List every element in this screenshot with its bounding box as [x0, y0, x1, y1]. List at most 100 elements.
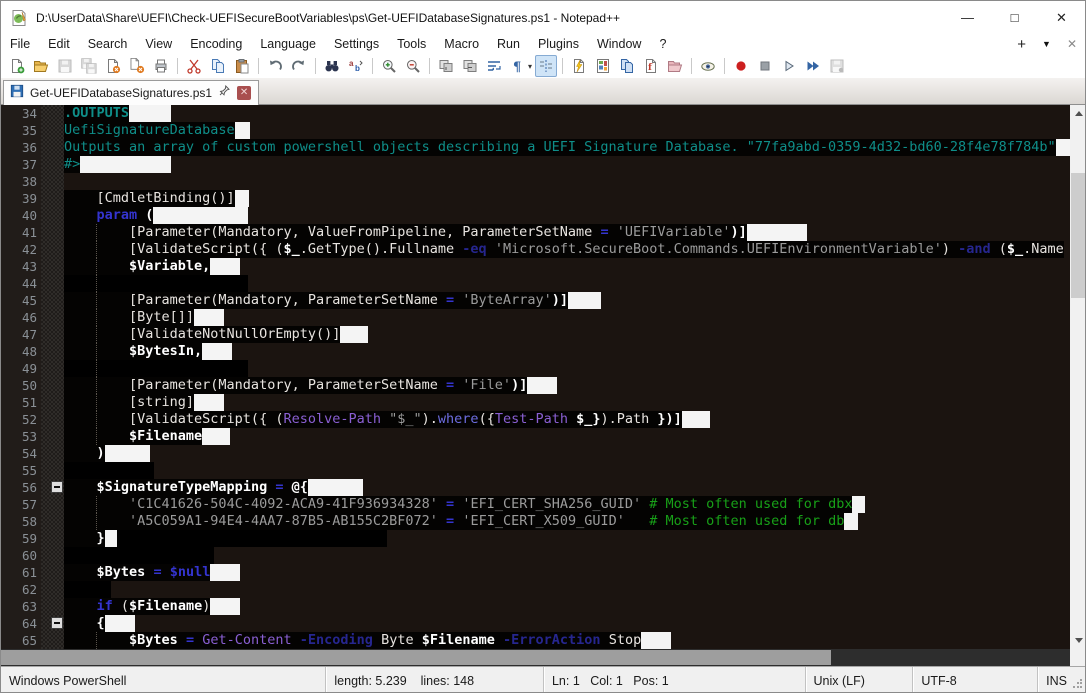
indent-guide-line: [96, 411, 97, 428]
close-tab-icon[interactable]: ✕: [237, 86, 251, 100]
line-number: 47: [1, 326, 37, 343]
macro-save-icon[interactable]: [826, 55, 848, 77]
code-line-37: #>: [64, 156, 1070, 173]
paste-icon[interactable]: [231, 55, 253, 77]
macro-record-icon[interactable]: [730, 55, 752, 77]
menu-run[interactable]: Run: [488, 35, 529, 53]
line-number: 36: [1, 139, 37, 156]
new-tab-plus-icon[interactable]: +: [1017, 36, 1026, 53]
redo-icon[interactable]: [288, 55, 310, 77]
tab-get-uefidatabasesignatures[interactable]: Get-UEFIDatabaseSignatures.ps1 ✕: [3, 80, 259, 105]
indent-guide-line: [96, 224, 97, 241]
code-area[interactable]: .OUTPUTSUefiSignatureDatabaseOutputs an …: [64, 105, 1070, 649]
line-number: 53: [1, 428, 37, 445]
new-file-icon[interactable]: [6, 55, 28, 77]
tab-list-caret-icon[interactable]: ▼: [1042, 39, 1051, 49]
bookmark-fold-margin[interactable]: [41, 105, 64, 649]
cut-icon[interactable]: [183, 55, 205, 77]
indent-guide-line: [96, 428, 97, 445]
menu-file[interactable]: File: [1, 35, 39, 53]
close-file-icon[interactable]: [102, 55, 124, 77]
function-list-icon[interactable]: f: [640, 55, 662, 77]
find-icon[interactable]: [321, 55, 343, 77]
saved-floppy-icon: [10, 84, 24, 103]
fold-collapse-icon[interactable]: [51, 617, 63, 629]
pin-tab-icon[interactable]: [218, 84, 231, 102]
line-number: 42: [1, 241, 37, 258]
status-encoding: UTF-8: [912, 667, 1037, 693]
code-line-51: [string]: [64, 394, 1070, 411]
indent-guide-line: [96, 496, 97, 513]
folder-as-workspace-icon[interactable]: [664, 55, 686, 77]
zoom-out-icon[interactable]: [402, 55, 424, 77]
code-line-57: 'C1C41626-504C-4092-ACA9-41F936934328' =…: [64, 496, 1070, 513]
svg-text:a: a: [349, 59, 354, 68]
open-file-icon[interactable]: [30, 55, 52, 77]
menu-tools[interactable]: Tools: [388, 35, 435, 53]
code-line-46: [Byte[]]: [64, 309, 1070, 326]
undo-icon[interactable]: [264, 55, 286, 77]
editor-pane[interactable]: 3435363738394041424344454647484950515253…: [1, 105, 1070, 649]
vertical-scroll-thumb[interactable]: [1071, 173, 1086, 298]
menu-view[interactable]: View: [136, 35, 181, 53]
horizontal-scroll-thumb[interactable]: [1, 650, 831, 665]
menu-plugins[interactable]: Plugins: [529, 35, 588, 53]
code-line-42: [ValidateScript({ ($_.GetType().Fullname…: [64, 241, 1070, 258]
macro-play-icon[interactable]: [778, 55, 800, 77]
replace-icon[interactable]: ab: [345, 55, 367, 77]
menu-search[interactable]: Search: [79, 35, 137, 53]
maximize-button[interactable]: □: [991, 1, 1038, 34]
svg-text:¶: ¶: [513, 60, 521, 74]
toolbar-separator: [691, 58, 692, 74]
show-all-characters-caret-icon[interactable]: ▾: [528, 62, 532, 71]
menu-language[interactable]: Language: [251, 35, 325, 53]
line-number: 41: [1, 224, 37, 241]
resize-grip[interactable]: [1072, 679, 1082, 689]
line-number: 51: [1, 394, 37, 411]
toolbar-separator: [562, 58, 563, 74]
menu-edit[interactable]: Edit: [39, 35, 79, 53]
code-line-38: [64, 173, 1070, 190]
horizontal-scrollbar[interactable]: [1, 649, 1070, 666]
menu-bar: FileEditSearchViewEncodingLanguageSettin…: [1, 34, 1085, 54]
close-tab-x-icon[interactable]: ✕: [1067, 37, 1077, 51]
save-icon[interactable]: [54, 55, 76, 77]
scroll-down-arrow-icon[interactable]: [1070, 632, 1086, 649]
monitoring-eye-icon[interactable]: [697, 55, 719, 77]
document-switcher-icon[interactable]: [616, 55, 638, 77]
close-window-button[interactable]: ✕: [1038, 1, 1085, 34]
toolbar-separator: [372, 58, 373, 74]
menu-window[interactable]: Window: [588, 35, 650, 53]
code-line-45: [Parameter(Mandatory, ParameterSetName =…: [64, 292, 1070, 309]
status-cursor-pos: Ln: 1 Col: 1 Pos: 1: [543, 667, 805, 693]
indent-guide-icon[interactable]: [535, 55, 557, 77]
indent-guide-line: [96, 632, 97, 649]
print-icon[interactable]: [150, 55, 172, 77]
save-all-icon[interactable]: [78, 55, 100, 77]
code-line-47: [ValidateNotNullOrEmpty()]: [64, 326, 1070, 343]
close-all-icon[interactable]: [126, 55, 148, 77]
show-all-characters-icon[interactable]: ¶: [507, 55, 529, 77]
indent-guide-line: [96, 360, 97, 377]
tab-label: Get-UEFIDatabaseSignatures.ps1: [30, 86, 212, 100]
copy-icon[interactable]: [207, 55, 229, 77]
macro-run-multiple-icon[interactable]: [802, 55, 824, 77]
zoom-in-icon[interactable]: [378, 55, 400, 77]
document-map-icon[interactable]: [592, 55, 614, 77]
word-wrap-icon[interactable]: [483, 55, 505, 77]
menu-encoding[interactable]: Encoding: [181, 35, 251, 53]
menu-macro[interactable]: Macro: [435, 35, 488, 53]
sync-vertical-scroll-icon[interactable]: [435, 55, 457, 77]
vertical-scrollbar[interactable]: [1070, 105, 1086, 649]
line-number: 59: [1, 530, 37, 547]
sync-horizontal-scroll-icon[interactable]: [459, 55, 481, 77]
fold-collapse-icon[interactable]: [51, 481, 63, 493]
shortcut-mapper-icon[interactable]: [568, 55, 590, 77]
menu-help[interactable]: ?: [650, 35, 675, 53]
minimize-button[interactable]: —: [944, 1, 991, 34]
macro-stop-icon[interactable]: [754, 55, 776, 77]
menu-settings[interactable]: Settings: [325, 35, 388, 53]
code-line-55: [64, 462, 1070, 479]
line-number: 61: [1, 564, 37, 581]
scroll-up-arrow-icon[interactable]: [1070, 105, 1086, 122]
